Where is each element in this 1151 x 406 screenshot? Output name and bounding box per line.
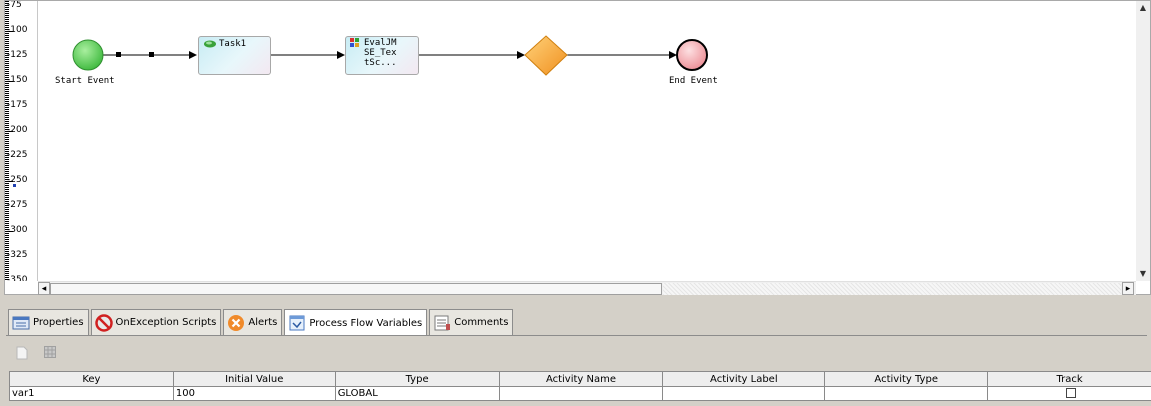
task1-label: Task1 bbox=[219, 39, 247, 49]
column-header-activity-label[interactable]: Activity Label bbox=[662, 371, 826, 387]
ruler-label: -275 bbox=[7, 200, 28, 210]
scroll-right-arrow-icon[interactable]: ▸ bbox=[1122, 282, 1134, 295]
eval-script-activity[interactable]: EvalJM SE_Tex tSc... bbox=[345, 36, 419, 75]
tab-process-flow-variables[interactable]: Process Flow Variables bbox=[284, 309, 428, 336]
start-event-label: Start Event bbox=[55, 76, 115, 86]
tab-label: Alerts bbox=[248, 317, 278, 328]
ruler-ticks bbox=[5, 1, 16, 280]
no-entry-icon bbox=[94, 313, 113, 332]
tab-onexception-scripts[interactable]: OnException Scripts bbox=[90, 309, 222, 335]
waypoint-handle[interactable] bbox=[149, 52, 154, 57]
eval-label-line2: SE_Tex bbox=[364, 48, 397, 58]
ruler-label: -175 bbox=[7, 100, 28, 110]
ruler-label: -225 bbox=[7, 150, 28, 160]
tab-label: Comments bbox=[454, 317, 509, 328]
table-header-row: Key Initial Value Type Activity Name Act… bbox=[9, 371, 1151, 387]
ruler-label: -250 bbox=[7, 175, 28, 185]
column-header-activity-type[interactable]: Activity Type bbox=[824, 371, 989, 387]
scroll-track[interactable] bbox=[663, 283, 1121, 295]
task1-activity[interactable]: Task1 bbox=[198, 36, 271, 75]
process-diagram[interactable]: Start Event Task1 EvalJM SE_Tex tSc... E… bbox=[38, 1, 1138, 281]
column-header-type[interactable]: Type bbox=[334, 371, 500, 387]
vertical-ruler: -75 -100 -125 -150 -175 -200 -225 -250 -275 -300 -… bbox=[5, 1, 38, 281]
bottom-tab-bar: Properties OnException Scripts Alerts Pr… bbox=[8, 309, 515, 336]
cell-track bbox=[987, 386, 1151, 401]
ruler-label: -325 bbox=[7, 250, 28, 260]
ruler-label: -125 bbox=[7, 50, 28, 60]
tab-properties[interactable]: Properties bbox=[8, 309, 89, 335]
tab-alerts[interactable]: Alerts bbox=[223, 309, 283, 335]
table-row[interactable]: var1 100 GLOBAL bbox=[9, 386, 1151, 401]
waypoint-handle[interactable] bbox=[116, 52, 121, 57]
column-header-activity-name[interactable]: Activity Name bbox=[498, 371, 664, 387]
script-icon bbox=[350, 38, 359, 47]
gateway-shape[interactable] bbox=[524, 35, 568, 76]
variables-table: Key Initial Value Type Activity Name Act… bbox=[9, 371, 1151, 401]
new-variable-icon[interactable] bbox=[16, 346, 28, 360]
ruler-label: -75 bbox=[7, 1, 22, 10]
cell-activity-type[interactable] bbox=[824, 386, 989, 401]
ruler-label: -100 bbox=[7, 25, 28, 35]
cell-initial-value[interactable]: 100 bbox=[172, 386, 336, 401]
app-window: -75 -100 -125 -150 -175 -200 -225 -250 -275 -300 -… bbox=[0, 0, 1151, 406]
vertical-scrollbar[interactable]: ▲ ▼ bbox=[1136, 1, 1150, 281]
eval-label-line3: tSc... bbox=[364, 58, 397, 68]
tab-label: Process Flow Variables bbox=[309, 317, 423, 329]
start-event-shape[interactable] bbox=[72, 39, 104, 71]
column-header-initial-value[interactable]: Initial Value bbox=[172, 371, 336, 387]
alert-x-icon bbox=[228, 314, 245, 331]
ruler-label: -200 bbox=[7, 125, 28, 135]
end-event-shape[interactable] bbox=[676, 39, 708, 71]
task-icon bbox=[204, 40, 216, 48]
horizontal-scrollbar[interactable]: ◂ ▸ bbox=[38, 281, 1136, 295]
scroll-down-arrow-icon[interactable]: ▼ bbox=[1136, 267, 1150, 280]
comments-icon bbox=[434, 315, 451, 330]
column-header-key[interactable]: Key bbox=[9, 371, 174, 387]
ruler-label: -150 bbox=[7, 75, 28, 85]
tab-label: Properties bbox=[33, 317, 84, 328]
variables-icon bbox=[289, 315, 305, 331]
cell-type[interactable]: GLOBAL bbox=[334, 386, 500, 401]
cell-key[interactable]: var1 bbox=[9, 386, 174, 401]
scroll-thumb[interactable] bbox=[50, 283, 662, 295]
ruler-label: -350 bbox=[7, 275, 28, 281]
end-event-label: End Event bbox=[669, 76, 718, 86]
variables-panel: Key Initial Value Type Activity Name Act… bbox=[6, 335, 1151, 406]
column-header-track[interactable]: Track bbox=[987, 371, 1151, 387]
tab-label: OnException Scripts bbox=[115, 317, 217, 328]
ruler-label: -300 bbox=[7, 225, 28, 235]
cell-activity-label[interactable] bbox=[662, 386, 826, 401]
eval-label-line1: EvalJM bbox=[364, 38, 397, 48]
tab-comments[interactable]: Comments bbox=[429, 309, 514, 335]
cell-activity-name[interactable] bbox=[498, 386, 664, 401]
scroll-left-arrow-icon[interactable]: ◂ bbox=[38, 282, 50, 295]
scroll-up-arrow-icon[interactable]: ▲ bbox=[1136, 1, 1150, 14]
track-checkbox[interactable] bbox=[1065, 388, 1076, 398]
properties-icon bbox=[12, 316, 30, 329]
delete-variable-icon[interactable] bbox=[44, 346, 56, 358]
process-canvas[interactable]: -75 -100 -125 -150 -175 -200 -225 -250 -275 -300 -… bbox=[4, 0, 1151, 295]
